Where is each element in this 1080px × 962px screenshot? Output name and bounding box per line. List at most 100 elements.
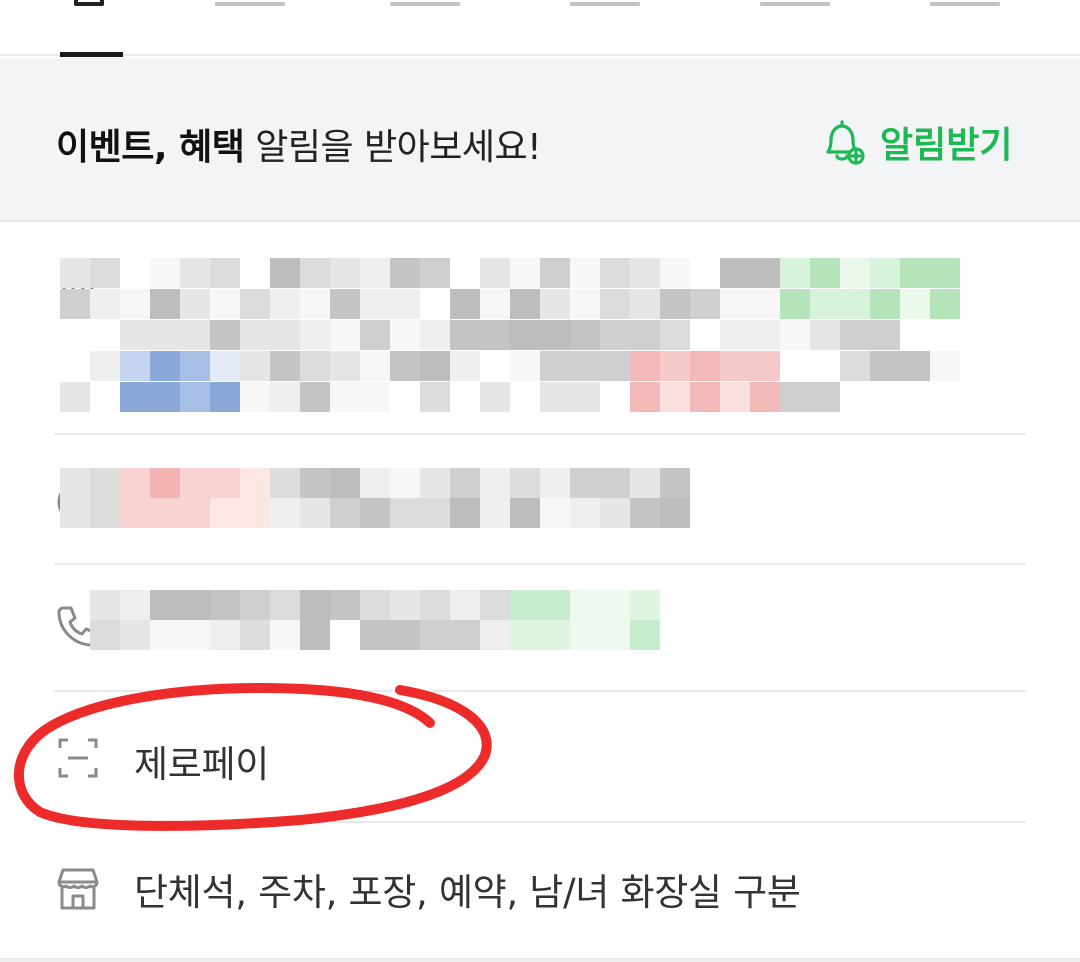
redaction-pixel	[510, 320, 540, 350]
redacted-address	[60, 258, 960, 413]
redaction-pixel	[390, 258, 420, 288]
redaction-pixel	[420, 320, 450, 350]
redaction-pixel	[570, 289, 600, 319]
redaction-pixel	[780, 382, 810, 412]
redaction-pixel	[90, 468, 120, 498]
redaction-pixel	[150, 620, 180, 650]
redaction-pixel	[840, 351, 870, 381]
redaction-pixel	[360, 289, 390, 319]
redaction-pixel	[570, 498, 600, 528]
redaction-pixel	[660, 320, 690, 350]
redaction-pixel	[810, 382, 840, 412]
redaction-pixel	[480, 382, 510, 412]
redaction-pixel	[330, 468, 360, 498]
tab-item[interactable]	[930, 0, 1000, 6]
store-icon	[57, 868, 99, 910]
redaction-pixel	[510, 468, 540, 498]
redaction-pixel	[690, 382, 720, 412]
redaction-pixel	[150, 468, 180, 498]
redaction-pixel	[630, 258, 660, 288]
redaction-pixel	[360, 351, 390, 381]
redaction-pixel	[270, 498, 300, 528]
redaction-pixel	[870, 289, 900, 319]
redaction-pixel	[210, 468, 240, 498]
place-detail-screen: 이벤트, 혜택 알림을 받아보세요! 알림받기 제로페이 단체석, 주차, 포장…	[0, 0, 1080, 962]
redaction-pixel	[390, 351, 420, 381]
redaction-pixel	[240, 620, 270, 650]
redaction-pixel	[240, 258, 270, 288]
redaction-pixel	[420, 498, 450, 528]
redaction-pixel	[330, 590, 360, 620]
redaction-pixel	[450, 498, 480, 528]
redaction-pixel	[420, 258, 450, 288]
redaction-pixel	[600, 468, 630, 498]
redaction-pixel	[360, 590, 390, 620]
redaction-pixel	[300, 382, 330, 412]
redaction-pixel	[60, 289, 90, 319]
redaction-pixel	[570, 258, 600, 288]
redaction-pixel	[930, 382, 960, 412]
redaction-pixel	[150, 351, 180, 381]
redaction-pixel	[180, 620, 210, 650]
redaction-pixel	[900, 258, 930, 288]
redaction-pixel	[750, 289, 780, 319]
redaction-pixel	[60, 468, 90, 498]
tab-home[interactable]	[74, 0, 104, 6]
redaction-pixel	[630, 289, 660, 319]
redaction-pixel	[930, 320, 960, 350]
redaction-pixel	[600, 620, 630, 650]
redaction-pixel	[900, 351, 930, 381]
redaction-pixel	[480, 468, 510, 498]
redaction-pixel	[90, 498, 120, 528]
redaction-pixel	[120, 258, 150, 288]
redaction-pixel	[690, 351, 720, 381]
tab-item[interactable]	[760, 0, 830, 6]
redaction-pixel	[840, 289, 870, 319]
tab-item[interactable]	[570, 0, 640, 6]
banner-text: 알림을 받아보세요!	[244, 127, 542, 168]
redaction-pixel	[300, 289, 330, 319]
redaction-pixel	[780, 320, 810, 350]
redaction-pixel	[900, 382, 930, 412]
redaction-pixel	[510, 590, 540, 620]
redaction-pixel	[120, 498, 150, 528]
redaction-pixel	[870, 320, 900, 350]
redaction-pixel	[210, 498, 240, 528]
redaction-pixel	[270, 351, 300, 381]
redaction-pixel	[210, 382, 240, 412]
tab-item[interactable]	[390, 0, 460, 6]
redaction-pixel	[630, 620, 660, 650]
redaction-pixel	[120, 620, 150, 650]
redaction-pixel	[420, 351, 450, 381]
redaction-pixel	[390, 468, 420, 498]
redaction-pixel	[510, 382, 540, 412]
redaction-pixel	[600, 382, 630, 412]
redaction-pixel	[60, 498, 90, 528]
redaction-pixel	[180, 320, 210, 350]
redaction-pixel	[300, 258, 330, 288]
redaction-pixel	[480, 320, 510, 350]
redaction-pixel	[150, 590, 180, 620]
redaction-pixel	[450, 258, 480, 288]
redaction-pixel	[630, 320, 660, 350]
redaction-pixel	[180, 289, 210, 319]
redaction-pixel	[630, 468, 660, 498]
tab-bar	[0, 0, 1080, 57]
redaction-pixel	[450, 351, 480, 381]
redaction-pixel	[600, 258, 630, 288]
redaction-pixel	[810, 320, 840, 350]
redaction-pixel	[480, 351, 510, 381]
redaction-pixel	[210, 320, 240, 350]
redaction-pixel	[600, 289, 630, 319]
subscribe-alarm-button[interactable]: 알림받기	[820, 116, 1012, 168]
redaction-pixel	[90, 320, 120, 350]
redaction-pixel	[180, 258, 210, 288]
redaction-pixel	[90, 258, 120, 288]
tab-item[interactable]	[215, 0, 285, 6]
redaction-pixel	[60, 258, 90, 288]
redaction-pixel	[570, 382, 600, 412]
redaction-pixel	[480, 258, 510, 288]
redaction-pixel	[750, 258, 780, 288]
redaction-pixel	[780, 351, 810, 381]
redaction-pixel	[750, 351, 780, 381]
